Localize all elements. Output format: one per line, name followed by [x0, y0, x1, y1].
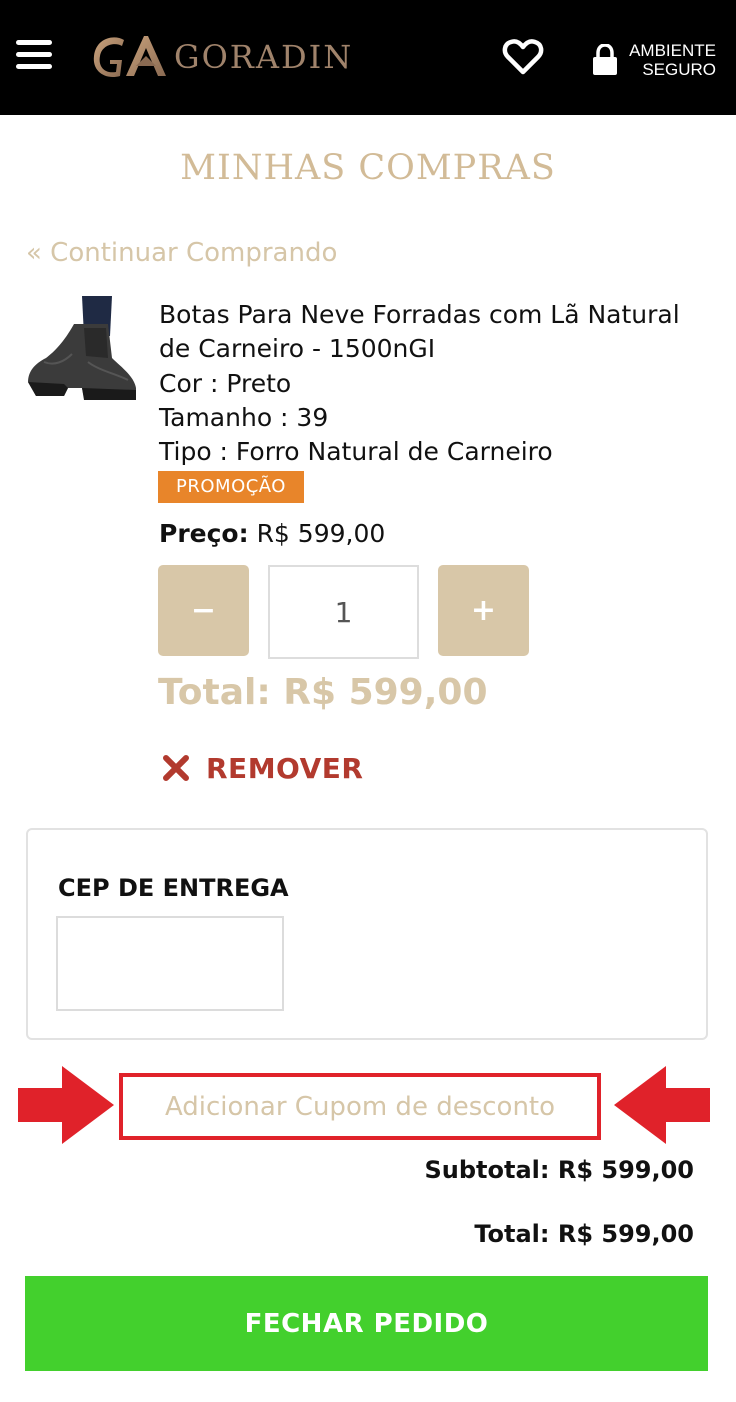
- heart-icon[interactable]: [502, 38, 544, 76]
- product-name[interactable]: Botas Para Neve Forradas com Lã Natural …: [159, 298, 699, 366]
- close-x-icon: [163, 755, 189, 781]
- brand-logo[interactable]: GORADIN: [90, 32, 353, 82]
- top-header: GORADIN AMBIENTE SEGURO: [0, 0, 736, 115]
- price-row: Preço: R$ 599,00: [159, 517, 385, 551]
- page-title: MINHAS COMPRAS: [180, 148, 556, 188]
- order-total: Total: R$ 599,00: [474, 1220, 694, 1248]
- product-color: Cor : Preto: [159, 369, 292, 398]
- quantity-decrease-button[interactable]: −: [158, 565, 249, 656]
- add-coupon-link[interactable]: Adicionar Cupom de desconto: [119, 1073, 601, 1140]
- promo-badge: PROMOÇÃO: [158, 471, 304, 503]
- continue-shopping-link[interactable]: « Continuar Comprando: [26, 238, 337, 268]
- brand-name: GORADIN: [174, 38, 354, 76]
- quantity-increase-button[interactable]: +: [438, 565, 529, 656]
- order-subtotal: Subtotal: R$ 599,00: [424, 1156, 694, 1184]
- remove-button[interactable]: REMOVER: [162, 748, 363, 788]
- shipping-cep-panel: CEP DE ENTREGA: [26, 828, 708, 1040]
- arrow-left-icon: [614, 1066, 710, 1144]
- product-size: Tamanho : 39: [159, 403, 329, 432]
- secure-line-2: SEGURO: [642, 60, 716, 79]
- product-type: Tipo : Forro Natural de Carneiro: [159, 437, 553, 466]
- menu-icon[interactable]: [16, 40, 52, 74]
- quantity-input[interactable]: [268, 565, 419, 659]
- logo-mark: [93, 36, 166, 78]
- cep-input[interactable]: [56, 916, 284, 1011]
- item-total: Total: R$ 599,00: [158, 672, 488, 713]
- lock-icon: [593, 44, 617, 75]
- checkout-button[interactable]: FECHAR PEDIDO: [25, 1276, 708, 1371]
- remove-label: REMOVER: [206, 751, 364, 785]
- secure-environment: AMBIENTE SEGURO: [592, 40, 716, 80]
- secure-line-1: AMBIENTE: [629, 41, 716, 60]
- product-image[interactable]: [24, 296, 140, 406]
- cep-label: CEP DE ENTREGA: [58, 874, 289, 902]
- price-value: R$ 599,00: [256, 519, 386, 548]
- price-label: Preço:: [159, 519, 249, 548]
- arrow-right-icon: [18, 1066, 114, 1144]
- secure-label: AMBIENTE SEGURO: [624, 41, 716, 79]
